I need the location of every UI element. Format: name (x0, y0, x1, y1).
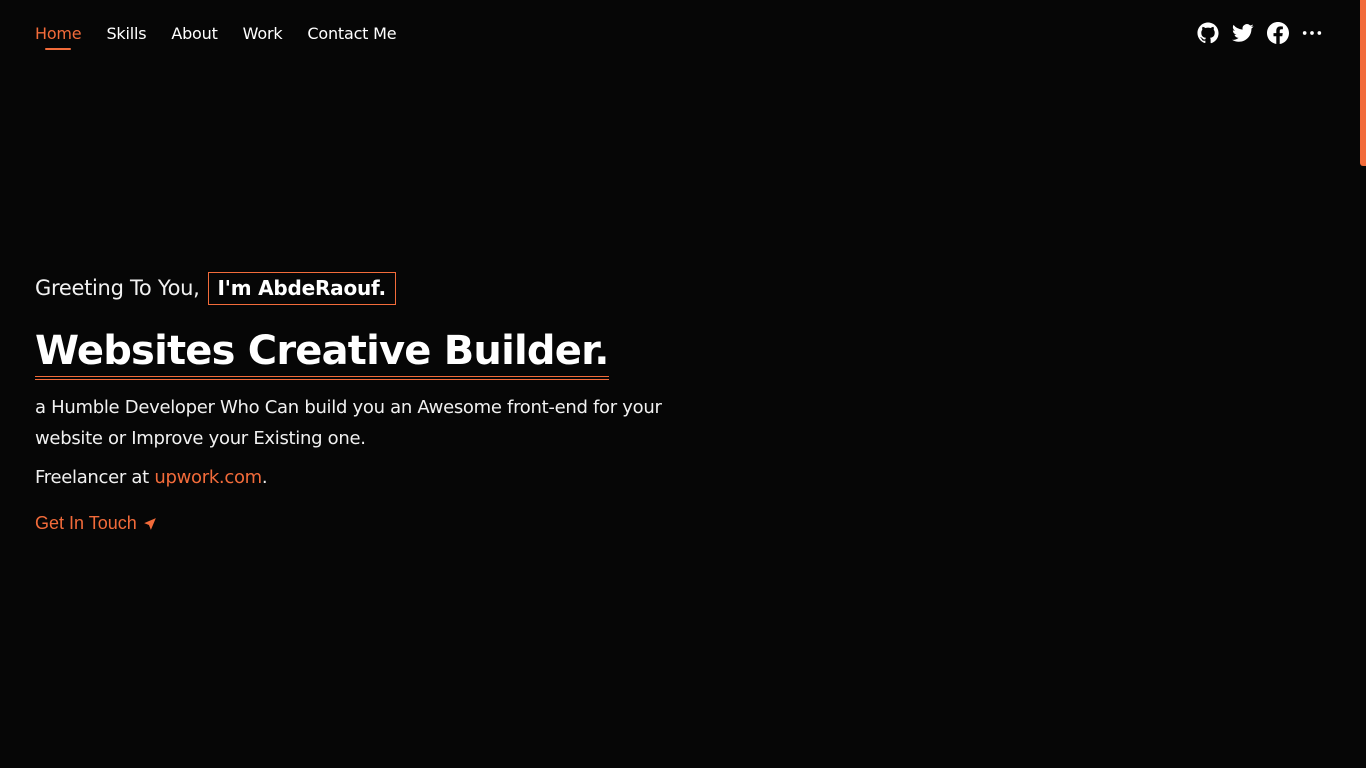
nav-skills[interactable]: Skills (106, 22, 146, 46)
more-icon[interactable] (1301, 21, 1323, 44)
github-icon[interactable] (1196, 21, 1219, 44)
facebook-icon[interactable] (1266, 21, 1289, 44)
twitter-icon[interactable] (1231, 21, 1254, 44)
upwork-link[interactable]: upwork.com (154, 467, 262, 488)
social-links (1196, 21, 1323, 44)
get-in-touch-button[interactable]: Get In Touch (35, 513, 157, 534)
nav-about[interactable]: About (171, 22, 218, 46)
freelance-line: Freelancer at upwork.com. (35, 465, 715, 491)
headline: Websites Creative Builder. (35, 328, 610, 380)
freelance-suffix: . (261, 467, 268, 488)
nav-work[interactable]: Work (243, 22, 283, 46)
page: Home Skills About Work Contact Me Greeti… (0, 0, 1366, 768)
greeting-text: Greeting To You, (35, 276, 200, 300)
main-nav: Home Skills About Work Contact Me (35, 22, 421, 50)
send-arrow-icon (143, 517, 156, 530)
name-badge: I'm AbdeRaouf. (207, 271, 396, 305)
get-in-touch-label: Get In Touch (35, 513, 137, 533)
hero-section: Greeting To You, I'm AbdeRaouf. Websites… (35, 270, 715, 534)
nav-home[interactable]: Home (35, 22, 82, 50)
greeting-row: Greeting To You, I'm AbdeRaouf. (35, 270, 715, 306)
hero-description: a Humble Developer Who Can build you an … (35, 397, 662, 449)
nav-contact-me[interactable]: Contact Me (307, 22, 396, 46)
scroll-progress-indicator (1360, 0, 1366, 166)
freelance-prefix: Freelancer at (35, 467, 149, 488)
